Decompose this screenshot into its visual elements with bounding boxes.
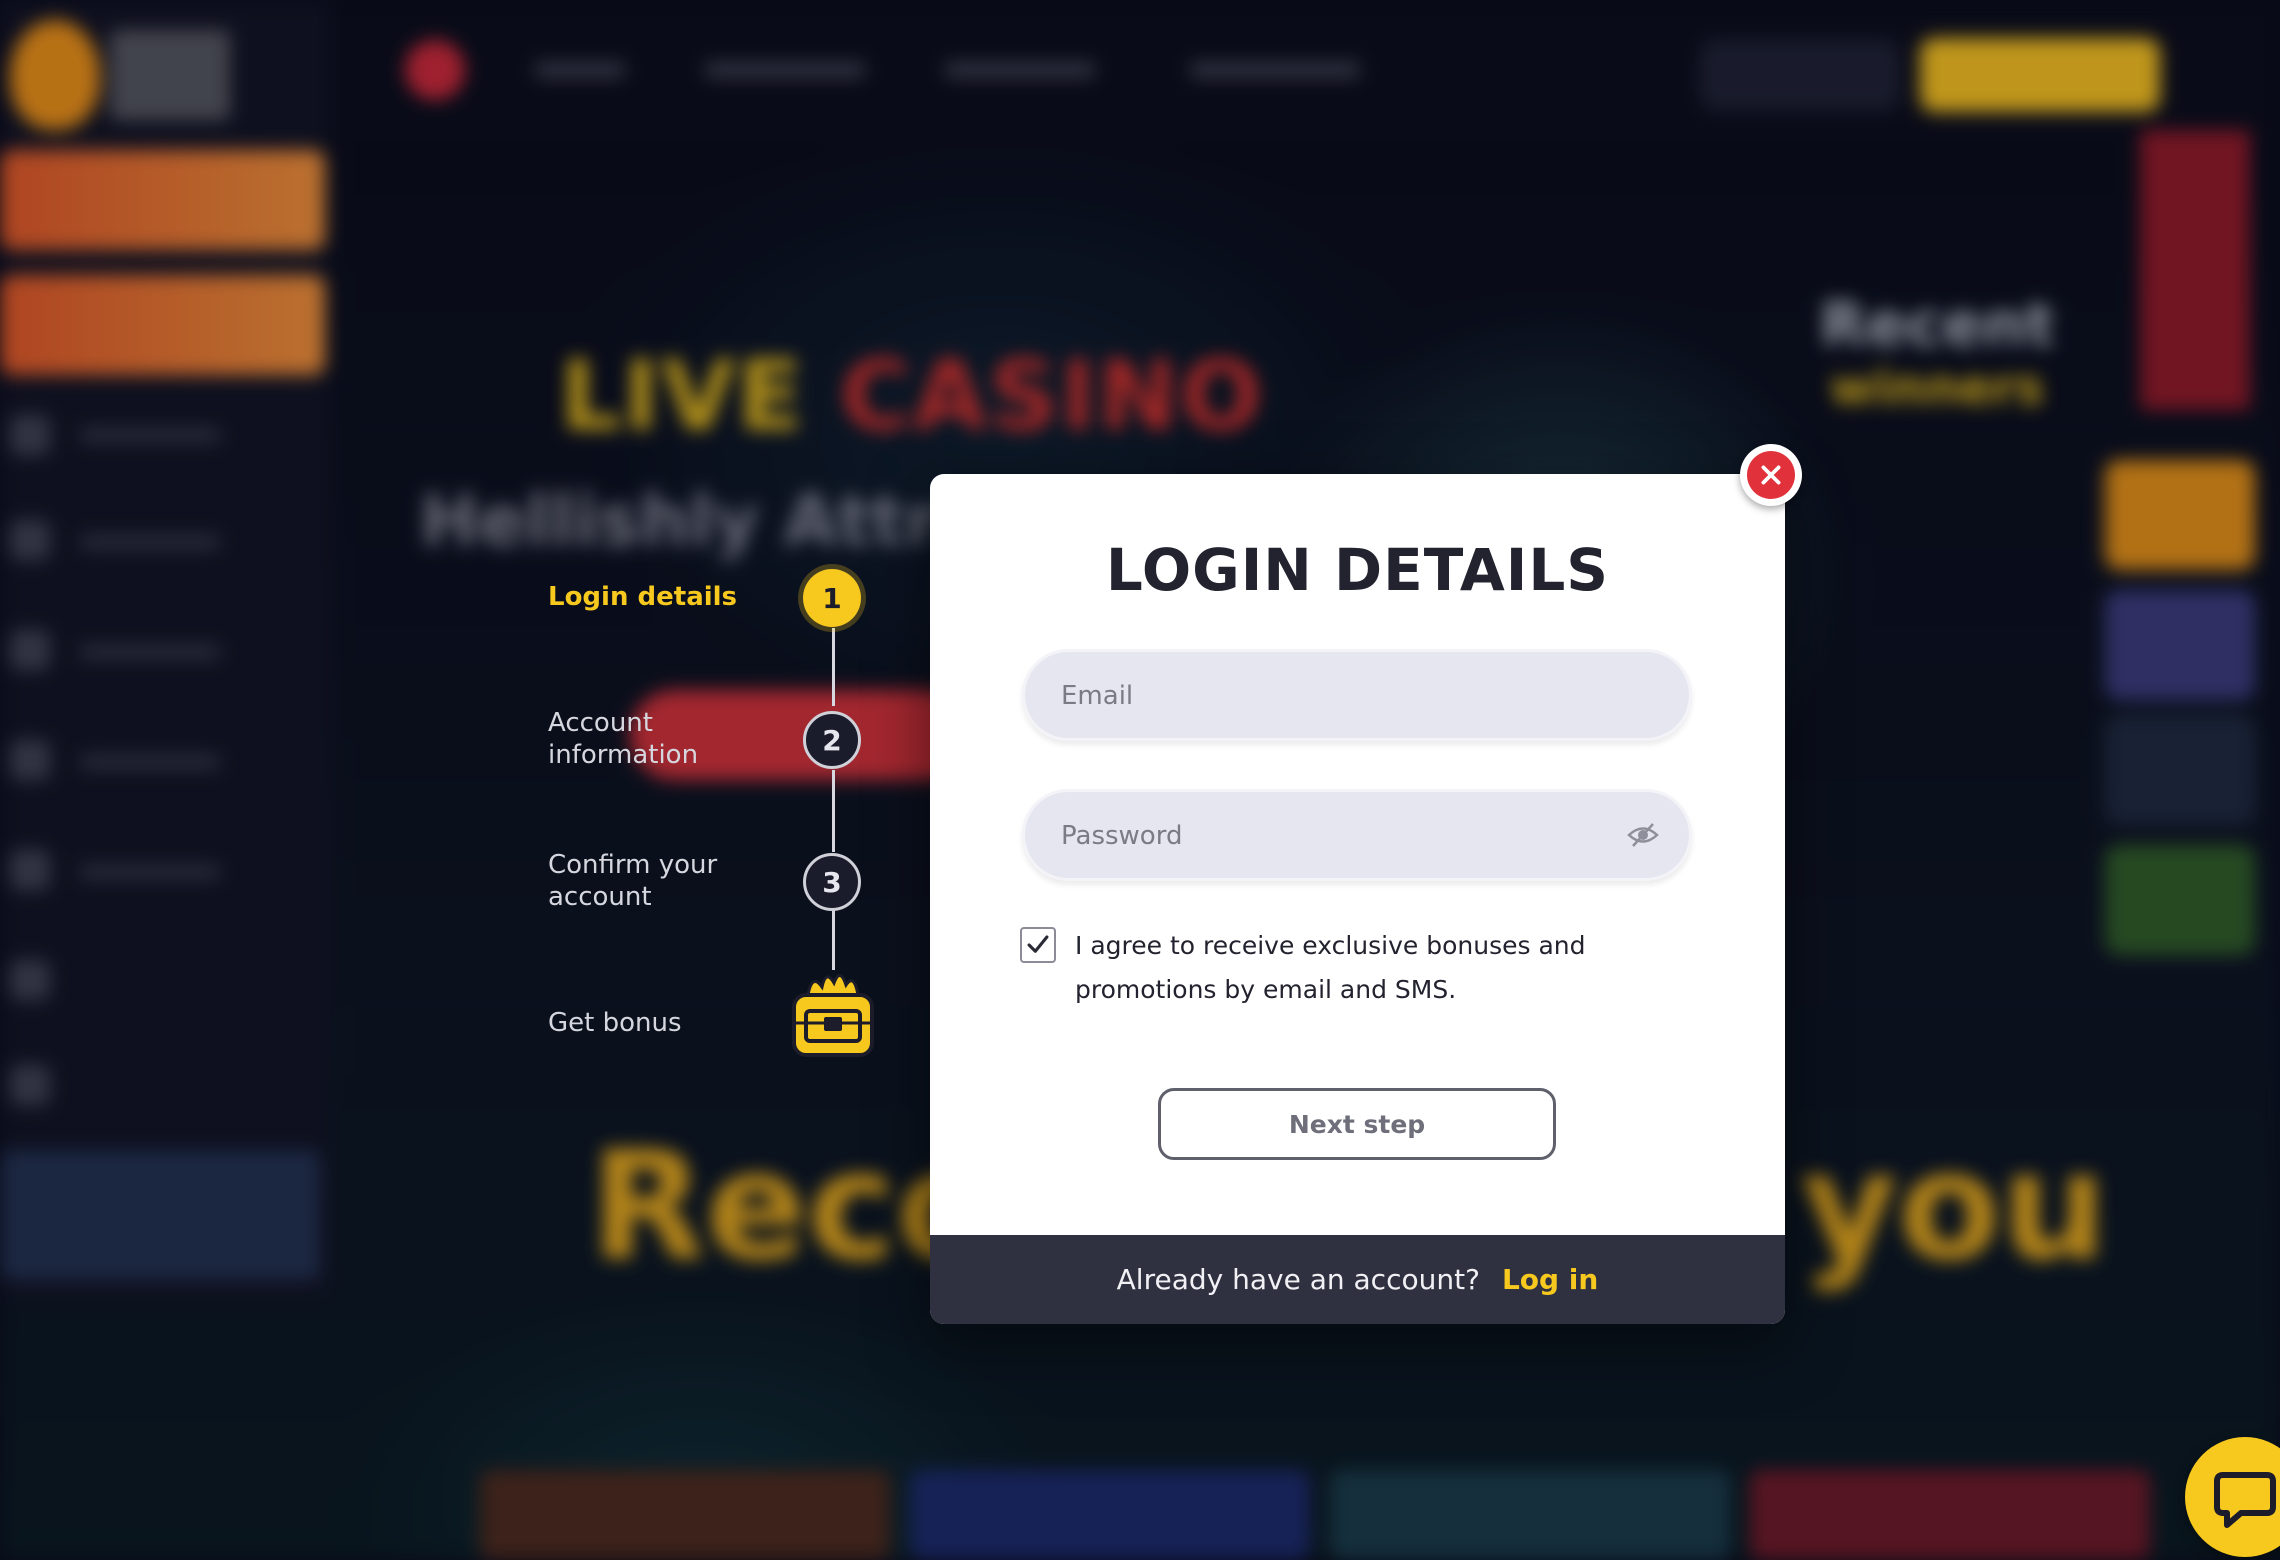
password-input[interactable]	[1059, 792, 1623, 880]
consent-label: I agree to receive exclusive bonuses and…	[1075, 931, 1586, 1004]
step-2-circle: 2	[803, 711, 861, 769]
close-button[interactable]	[1740, 444, 1802, 506]
password-field[interactable]	[1022, 789, 1692, 881]
stepper-connector	[832, 628, 835, 706]
step-4-label: Get bonus	[548, 1008, 682, 1038]
checkmark-icon	[1027, 935, 1049, 953]
chat-button[interactable]	[2185, 1437, 2280, 1557]
footer-text: Already have an account?	[1116, 1263, 1480, 1296]
step-3-label: Confirm your account	[548, 850, 718, 912]
login-modal: LOGIN DETAILS I agree to receive exclusi…	[930, 474, 1785, 1324]
stepper-connector	[832, 910, 835, 970]
treasure-chest-icon	[792, 974, 874, 1057]
step-2-label: Account information	[548, 708, 699, 770]
step-1-label: Login details	[548, 582, 738, 612]
email-input[interactable]	[1059, 652, 1623, 740]
login-link[interactable]: Log in	[1502, 1263, 1598, 1296]
next-step-button[interactable]: Next step	[1158, 1088, 1556, 1160]
consent-checkbox[interactable]	[1020, 927, 1056, 963]
stepper-connector	[832, 770, 835, 852]
chat-icon	[2214, 1472, 2276, 1528]
step-3-circle: 3	[803, 853, 861, 911]
modal-footer: Already have an account? Log in	[930, 1235, 1785, 1324]
modal-title: LOGIN DETAILS	[1105, 536, 1610, 604]
eye-slash-icon[interactable]	[1627, 822, 1659, 848]
step-1-circle: 1	[803, 569, 861, 627]
email-field[interactable]	[1022, 649, 1692, 741]
close-icon	[1747, 451, 1795, 499]
